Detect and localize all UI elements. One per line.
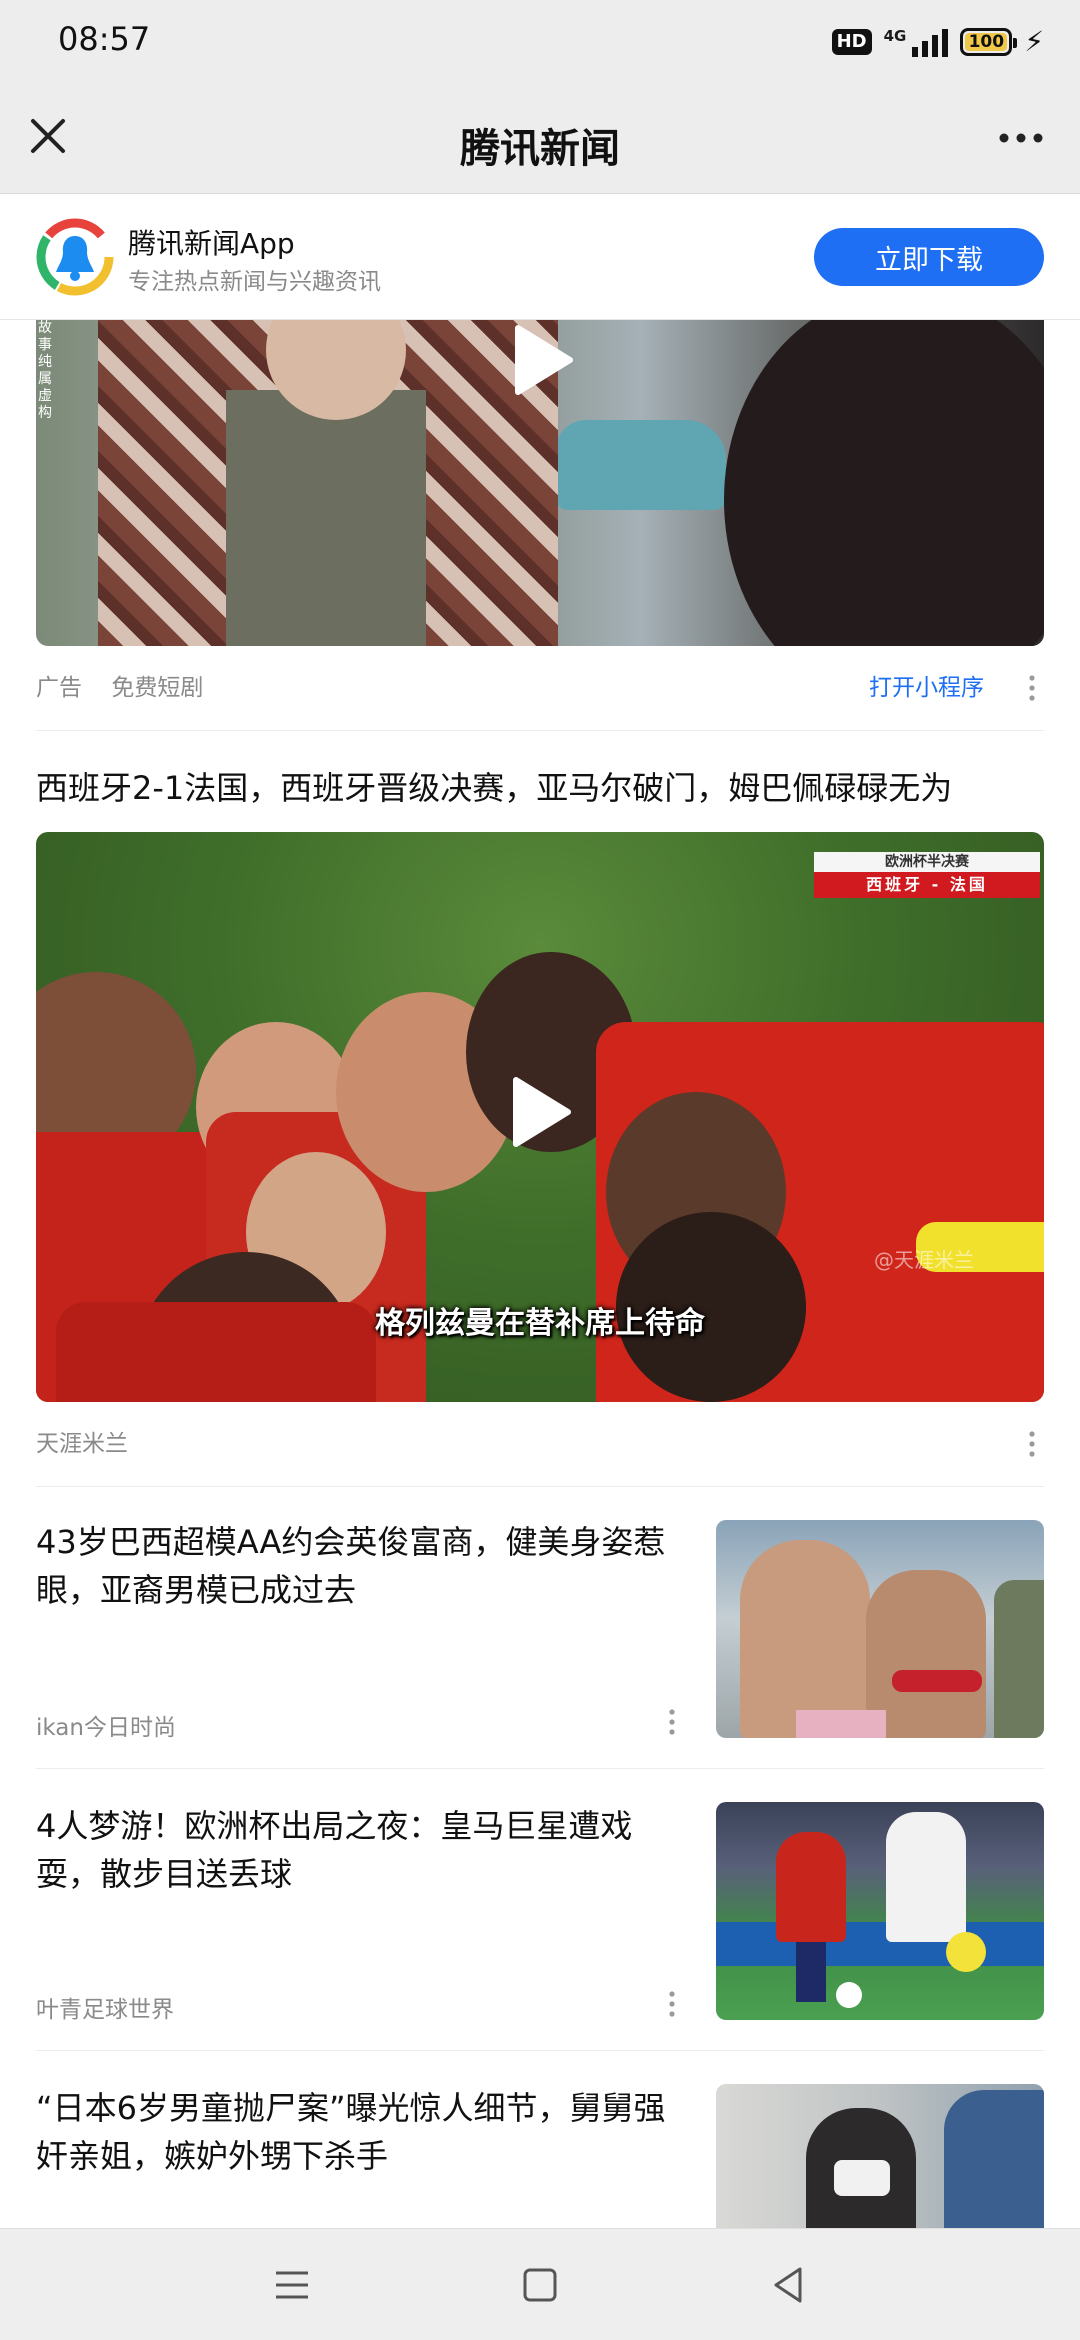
title-bar: 腾讯新闻 — [0, 82, 1080, 194]
more-vertical-icon[interactable] — [1020, 670, 1044, 706]
battery-level: 100 — [968, 32, 1005, 52]
video-subtitle: 格列兹曼在替补席上待命 — [375, 1306, 705, 1341]
ad-label: 广告 — [36, 675, 82, 701]
tencent-news-logo-icon — [36, 218, 114, 296]
app-name: 腾讯新闻App — [128, 227, 295, 260]
home-icon[interactable] — [514, 2259, 566, 2311]
play-icon[interactable] — [498, 1072, 578, 1152]
news-thumbnail[interactable] — [716, 2084, 1044, 2228]
news-title[interactable]: 43岁巴西超模AA约会英俊富商，健美身姿惹眼，亚裔男模已成过去 — [36, 1518, 692, 1614]
battery-icon: 100 — [960, 28, 1018, 56]
menu-icon[interactable] — [266, 2259, 318, 2311]
ad-side-note: 故事纯属虚构 — [38, 320, 52, 421]
news-item[interactable]: 43岁巴西超模AA约会英俊富商，健美身姿惹眼，亚裔男模已成过去 ikan今日时尚 — [0, 1486, 1080, 1768]
system-nav-bar — [0, 2228, 1080, 2340]
video-headline[interactable]: 西班牙2-1法国，西班牙晋级决赛，亚马尔破门，姆巴佩碌碌无为 — [36, 764, 1044, 812]
news-source: 叶青足球世界 — [36, 1997, 174, 2023]
news-title[interactable]: 4人梦游！欧洲杯出局之夜：皇马巨星遭戏耍，散步目送丢球 — [36, 1802, 692, 1898]
news-thumbnail[interactable] — [716, 1520, 1044, 1738]
news-thumbnail[interactable] — [716, 1802, 1044, 2020]
play-icon[interactable] — [500, 320, 580, 400]
match-badge: 欧洲杯半决赛 西班牙 - 法国 — [814, 852, 1040, 898]
divider — [36, 730, 1044, 731]
more-options-icon[interactable] — [996, 118, 1046, 158]
news-item[interactable]: “日本6岁男童抛尸案”曝光惊人细节，舅舅强奸亲姐，嫉妒外甥下杀手 — [0, 2050, 1080, 2228]
match-badge-top: 欧洲杯半决赛 — [814, 852, 1040, 872]
video-source: 天涯米兰 — [36, 1431, 128, 1457]
ad-meta-row: 广告 免费短剧 打开小程序 — [36, 668, 1044, 708]
more-vertical-icon[interactable] — [1020, 1426, 1044, 1462]
charging-icon: ⚡ — [1024, 25, 1044, 58]
more-vertical-icon[interactable] — [660, 1986, 684, 2022]
app-download-banner: 腾讯新闻App 专注热点新闻与兴趣资讯 立即下载 — [0, 194, 1080, 320]
more-vertical-icon[interactable] — [660, 1704, 684, 1740]
news-source: ikan今日时尚 — [36, 1715, 176, 1741]
network-type-label: 4G — [883, 27, 907, 45]
news-item[interactable]: 4人梦游！欧洲杯出局之夜：皇马巨星遭戏耍，散步目送丢球 叶青足球世界 — [0, 1768, 1080, 2050]
ad-video-thumbnail[interactable]: 故事纯属虚构 — [36, 320, 1044, 646]
video-thumbnail[interactable]: 欧洲杯半决赛 西班牙 - 法国 @天涯米兰 格列兹曼在替补席上待命 — [36, 832, 1044, 1402]
signal-icon: 4G — [884, 27, 949, 57]
video-meta-row: 天涯米兰 — [36, 1424, 1044, 1464]
open-mini-program-link[interactable]: 打开小程序 — [869, 668, 984, 702]
status-bar: 08:57 HD 4G 100 ⚡ — [0, 0, 1080, 82]
download-button[interactable]: 立即下载 — [814, 228, 1044, 286]
match-badge-bottom: 西班牙 - 法国 — [814, 872, 1040, 898]
status-time: 08:57 — [58, 20, 151, 58]
back-icon[interactable] — [762, 2259, 814, 2311]
page-title: 腾讯新闻 — [460, 126, 620, 172]
ad-category: 免费短剧 — [111, 675, 204, 701]
news-title[interactable]: “日本6岁男童抛尸案”曝光惊人细节，舅舅强奸亲姐，嫉妒外甥下杀手 — [36, 2084, 692, 2180]
status-icons: HD 4G 100 ⚡ — [831, 24, 1044, 60]
hd-icon: HD — [831, 29, 872, 55]
app-description: 专注热点新闻与兴趣资讯 — [128, 269, 381, 295]
video-watermark: @天涯米兰 — [874, 1248, 974, 1272]
